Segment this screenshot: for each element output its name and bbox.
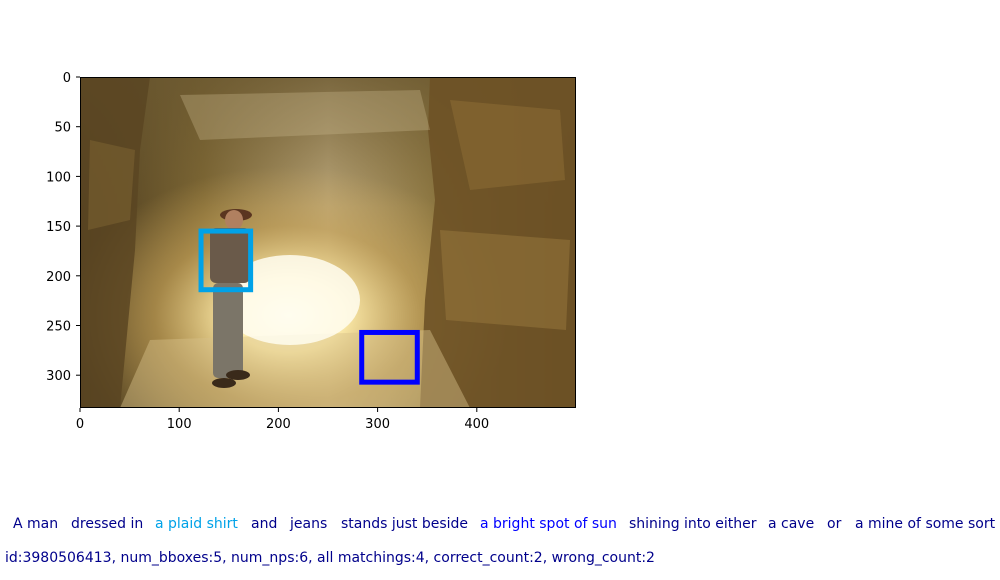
cave-photo: [80, 77, 576, 408]
y-tick-label: 250: [46, 319, 71, 334]
caption-phrase: dressed in: [71, 516, 144, 531]
caption-phrase: a bright spot of sun: [480, 516, 617, 531]
x-tick-label: 100: [167, 417, 192, 432]
y-axis: 0 50 100 150 200 250 300: [46, 71, 80, 384]
caption-phrase: A man: [13, 516, 59, 531]
y-tick-label: 150: [46, 220, 71, 235]
caption-phrase: a cave: [768, 516, 815, 531]
y-tick-label: 200: [46, 270, 71, 285]
x-tick-label: 300: [365, 417, 390, 432]
caption-phrase: stands just beside: [341, 516, 469, 531]
y-tick-label: 100: [46, 170, 71, 185]
caption-phrase: and: [251, 516, 278, 531]
caption-phrase: or: [827, 516, 842, 531]
caption-phrase: shining into either: [629, 516, 757, 531]
image-plot: 0 100 200 300 400 0 50 100 150 200 250 300: [46, 71, 576, 432]
x-tick-label: 400: [464, 417, 489, 432]
caption-phrase: a plaid shirt: [155, 516, 238, 531]
y-tick-label: 300: [46, 369, 71, 384]
x-tick-label: 0: [76, 417, 84, 432]
caption-phrase: a mine of some sort: [855, 516, 996, 531]
info-line: id:3980506413, num_bboxes:5, num_nps:6, …: [5, 550, 655, 566]
x-tick-label: 200: [266, 417, 291, 432]
x-axis: 0 100 200 300 400: [76, 408, 489, 432]
y-tick-label: 0: [63, 71, 71, 86]
y-tick-label: 50: [54, 121, 71, 136]
caption-phrase: jeans: [290, 516, 328, 531]
caption: A man dressed in a plaid shirt and jeans stan…: [0, 513, 1000, 531]
